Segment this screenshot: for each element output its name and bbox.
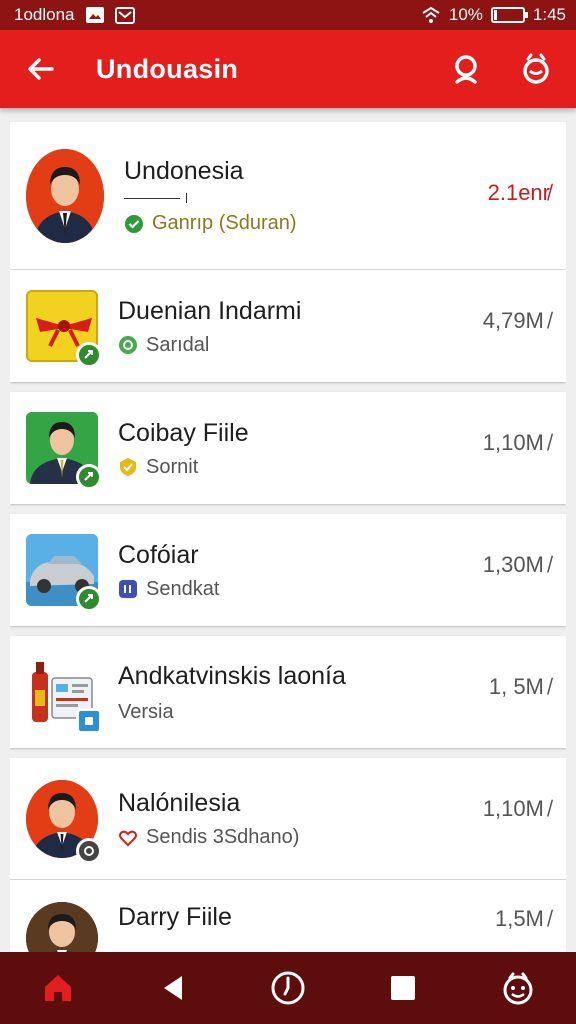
install-badge-icon bbox=[76, 586, 102, 612]
item-subtitle: Sendis 3Sdhano) bbox=[146, 826, 300, 848]
account-button[interactable] bbox=[516, 49, 556, 89]
signal-icon bbox=[422, 6, 440, 23]
item-subtitle: Sarıdal bbox=[146, 333, 210, 356]
item-size: 4,79M ̸ bbox=[482, 308, 550, 333]
gear-status-icon bbox=[119, 336, 137, 354]
install-badge-icon bbox=[76, 708, 102, 734]
install-badge-icon bbox=[76, 837, 102, 864]
item-subtitle: Ganrıp (Sduran) bbox=[152, 212, 297, 234]
app-bar: Undouasin bbox=[0, 30, 576, 108]
item-subtitle: Versia bbox=[118, 700, 174, 723]
message-icon bbox=[114, 7, 135, 24]
list-item[interactable]: Darry Fiile 1,5M ̸ bbox=[10, 880, 566, 952]
page-title: Undouasin bbox=[96, 53, 239, 84]
square-recents-icon bbox=[391, 976, 416, 1000]
status-bar: 1odlona 10% 1:45 bbox=[0, 0, 576, 30]
list-item[interactable]: Duenian Indarmi Sarıdal 4,79M ̸ bbox=[10, 270, 566, 382]
list-item[interactable]: Undonesia Ganrıp (Sduran) 2.1enr̸ bbox=[10, 122, 566, 270]
app-thumbnail bbox=[26, 412, 102, 490]
arrow-left-icon[interactable] bbox=[24, 52, 58, 86]
assistant-button[interactable] bbox=[488, 958, 548, 1018]
item-size: 1,10M ̸ bbox=[482, 796, 550, 821]
item-name: Darry Fiile bbox=[118, 903, 232, 931]
verified-check-icon bbox=[125, 214, 143, 233]
app-list: Undonesia Ganrıp (Sduran) 2.1enr̸ Duenia… bbox=[10, 122, 566, 952]
app-store-icon bbox=[119, 580, 137, 598]
install-badge-icon bbox=[76, 464, 102, 490]
item-size: 1,5M ̸ bbox=[494, 906, 550, 931]
list-item[interactable]: Cofóiar Sendkat 1,30M ̸ bbox=[10, 514, 566, 626]
gallery-icon bbox=[85, 7, 104, 23]
item-size: 1,30M ̸ bbox=[482, 552, 550, 577]
account-icon bbox=[523, 53, 549, 84]
avatar bbox=[26, 779, 102, 864]
heart-icon bbox=[119, 830, 137, 846]
clock-time: 1:45 bbox=[532, 5, 566, 24]
battery-percent: 10% bbox=[448, 5, 483, 24]
app-thumbnail bbox=[26, 290, 102, 368]
triangle-back-icon bbox=[163, 976, 182, 1000]
carrier-label: 1odlona bbox=[14, 5, 75, 24]
list-item[interactable]: Andkatvinskis laonía Versia 1, 5M ̸ bbox=[10, 636, 566, 748]
list-item[interactable]: Nalónilesia Sendis 3Sdhano) 1,10M ̸ bbox=[10, 758, 566, 880]
item-subtitle: Sendkat bbox=[146, 577, 220, 600]
item-size: 1, 5M ̸ bbox=[488, 674, 550, 699]
back-button[interactable] bbox=[143, 958, 203, 1018]
item-name: Andkatvinskis laonía bbox=[118, 661, 346, 690]
timer-button[interactable] bbox=[258, 958, 318, 1018]
avatar bbox=[26, 902, 98, 952]
home-button[interactable] bbox=[28, 958, 88, 1018]
shield-icon bbox=[120, 458, 136, 476]
assistant-icon bbox=[503, 972, 533, 1005]
app-thumbnail bbox=[26, 656, 102, 734]
list-item[interactable]: Coibay Fiile Sornit 1,10M ̸ bbox=[10, 392, 566, 504]
search-button[interactable] bbox=[446, 49, 486, 89]
avatar bbox=[26, 148, 104, 243]
app-thumbnail bbox=[26, 534, 102, 612]
recents-button[interactable] bbox=[373, 958, 433, 1018]
item-size: 2.1enr̸ bbox=[487, 180, 550, 205]
battery-icon bbox=[490, 7, 528, 23]
navigation-bar bbox=[0, 952, 576, 1024]
divider-line bbox=[124, 192, 550, 204]
install-badge-icon bbox=[76, 342, 102, 368]
item-subtitle: Sornit bbox=[146, 455, 199, 478]
clock-icon bbox=[271, 971, 305, 1005]
search-icon bbox=[455, 55, 477, 84]
home-icon bbox=[44, 975, 71, 1001]
item-size: 1,10M ̸ bbox=[482, 430, 550, 455]
item-name: Undonesia bbox=[124, 157, 244, 185]
